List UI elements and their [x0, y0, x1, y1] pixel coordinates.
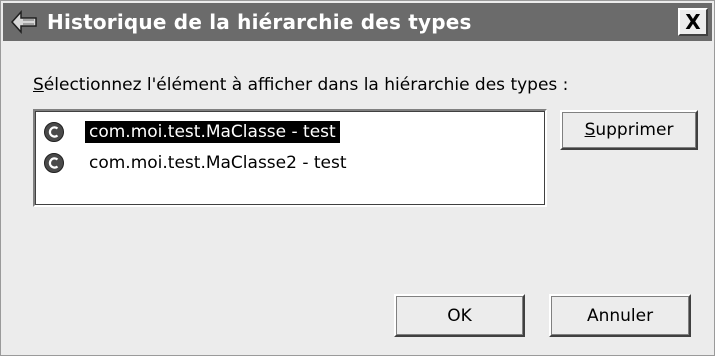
prompt-text: électionnez l'élément à afficher dans la… [43, 75, 569, 95]
ok-button[interactable]: OK [394, 294, 525, 337]
cancel-label: Annuler [586, 305, 654, 326]
type-history-list[interactable]: com.moi.test.MaClasse - test com.moi.tes… [33, 109, 547, 207]
window-title: Historique de la hiérarchie des types [47, 10, 472, 34]
title-bar[interactable]: Historique de la hiérarchie des types X [3, 3, 712, 41]
remove-label: upprimer [595, 120, 674, 140]
ok-label: OK [447, 305, 472, 326]
close-icon: X [685, 10, 701, 34]
close-button[interactable]: X [678, 8, 708, 36]
class-icon [43, 152, 65, 174]
cancel-button[interactable]: Annuler [549, 294, 691, 337]
list-item[interactable]: com.moi.test.MaClasse2 - test [43, 149, 351, 177]
remove-mnemonic: S [584, 120, 596, 140]
type-hierarchy-icon [9, 7, 39, 37]
selection-prompt-label: Sélectionnez l'élément à afficher dans l… [33, 75, 568, 95]
remove-button[interactable]: Supprimer [560, 110, 698, 150]
list-item-label: com.moi.test.MaClasse2 - test [89, 153, 347, 173]
list-item[interactable]: com.moi.test.MaClasse - test [43, 118, 340, 146]
prompt-mnemonic: S [33, 75, 44, 95]
type-hierarchy-history-dialog: Historique de la hiérarchie des types X … [0, 0, 715, 356]
class-icon [43, 121, 65, 143]
list-item-label: com.moi.test.MaClasse - test [85, 121, 340, 143]
